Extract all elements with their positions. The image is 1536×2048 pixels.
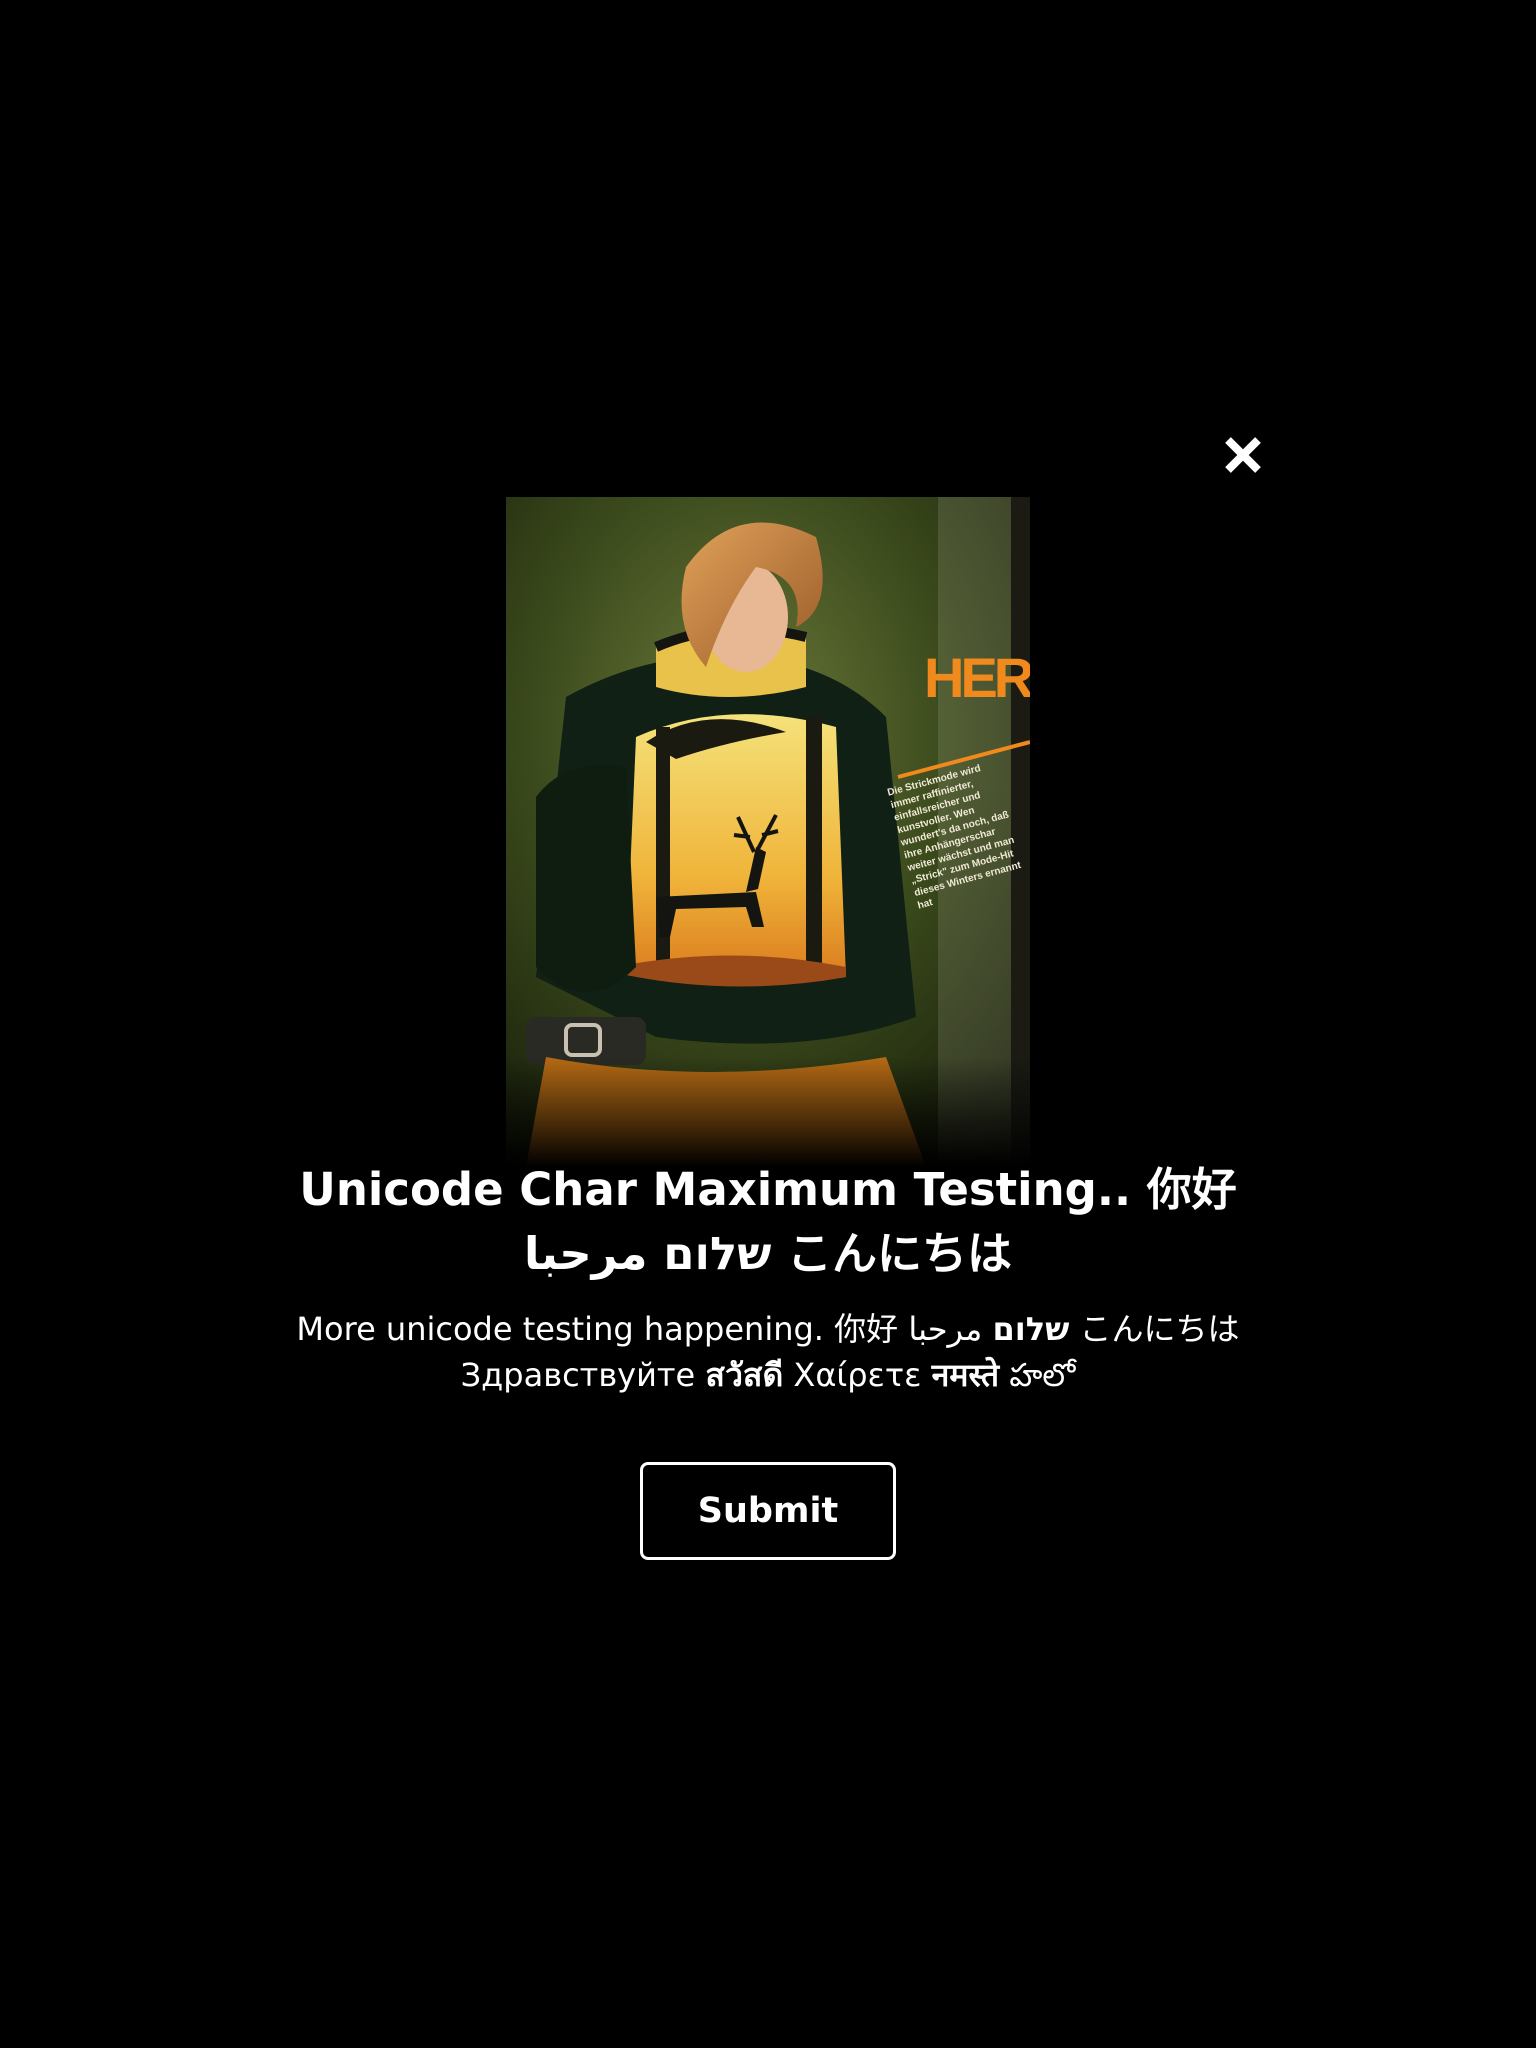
description-line1-part2: مرحبا こんにちは (908, 1310, 1240, 1348)
hero-overlay-heading: HER (924, 646, 1030, 709)
description-line2-part3: హలో (999, 1356, 1076, 1394)
submit-button[interactable]: Submit (640, 1462, 896, 1560)
description-line1-part1: More unicode testing happening. 你好 (296, 1310, 909, 1348)
description-line1-bold1: שלום (992, 1310, 1070, 1348)
modal-description: More unicode testing happening. 你好 שלום … (200, 1306, 1336, 1398)
description-line2-part2: Χαίρετε (783, 1356, 932, 1394)
modal-title-line1: Unicode Char Maximum Testing.. 你好 (299, 1163, 1237, 1216)
description-line2: Здравствуйте สวัสดี Χαίρετε नमस्ते హలో (200, 1352, 1336, 1398)
description-line2-bold2: नमस्ते (931, 1356, 1000, 1394)
hero-image: HER Die Strickmode wird immer raffiniert… (506, 497, 1030, 1167)
description-line2-part1: Здравствуйте (460, 1356, 706, 1394)
description-line1: More unicode testing happening. 你好 שלום … (200, 1306, 1336, 1352)
modal-title: Unicode Char Maximum Testing.. 你好 שלום م… (200, 1158, 1336, 1286)
close-icon (1225, 437, 1261, 473)
description-line2-bold1: สวัสดี (705, 1356, 784, 1394)
modal-title-line2: שלום مرحبا こんにちは (523, 1227, 1013, 1280)
modal-close-button[interactable] (1220, 432, 1266, 478)
